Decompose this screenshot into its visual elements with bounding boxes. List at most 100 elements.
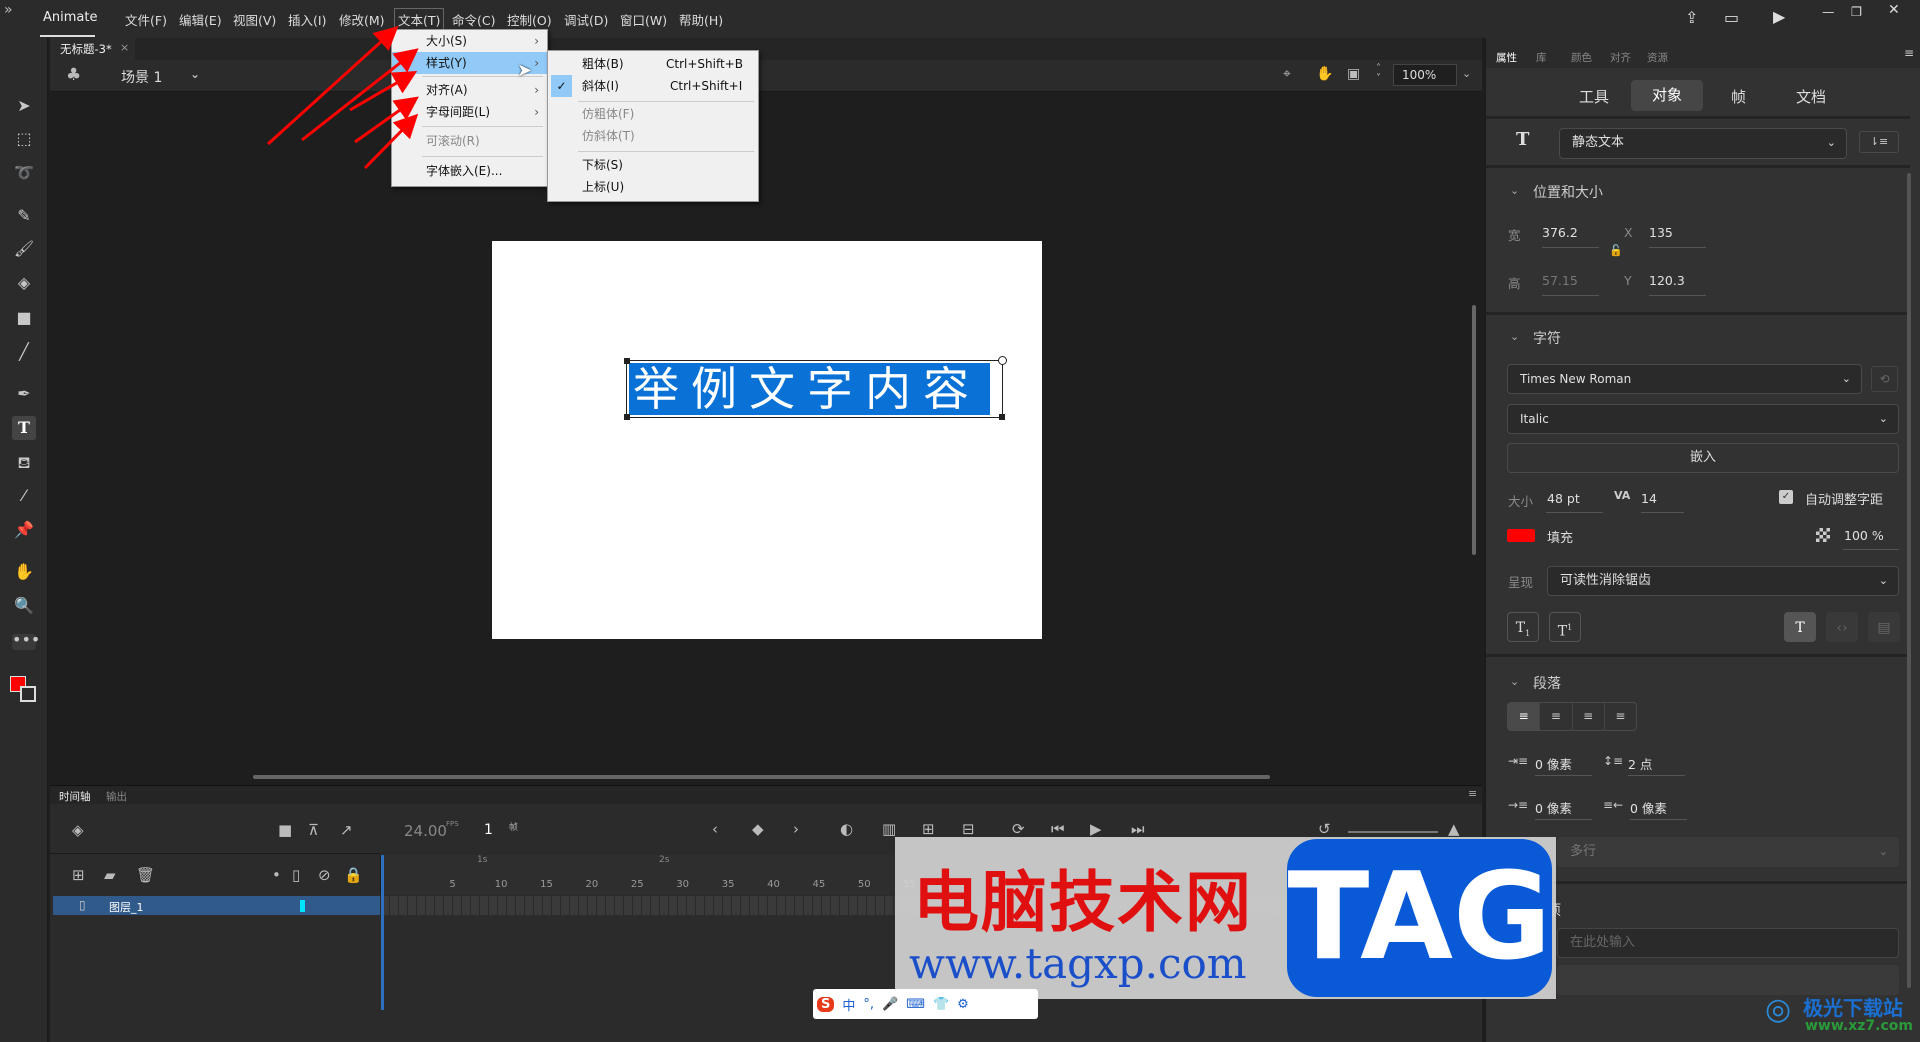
fps-value[interactable]: 24.00	[404, 822, 447, 840]
onion-skin-icon[interactable]: ◐	[840, 820, 853, 838]
hide-layers-icon[interactable]: ⊘	[318, 866, 331, 884]
justify-button[interactable]: ≡	[1603, 703, 1636, 730]
layer-color[interactable]	[300, 900, 305, 912]
auto-kern-checkbox[interactable]: ✓	[1779, 490, 1793, 504]
prev-keyframe-icon[interactable]: ‹	[712, 820, 718, 838]
center-frame-icon[interactable]: ▲	[1448, 820, 1460, 838]
layers-icon[interactable]: ◈	[72, 821, 84, 839]
panel-scrollbar[interactable]	[1907, 173, 1911, 988]
frame-scale-slider[interactable]	[1348, 831, 1438, 833]
chevron-down-icon[interactable]: ⌄	[1510, 184, 1519, 197]
x-input[interactable]: 135	[1649, 225, 1673, 240]
ime-mode[interactable]: 中	[842, 995, 855, 1014]
delete-layer-icon[interactable]: 🗑	[136, 866, 155, 884]
segment-frame[interactable]: 帧	[1731, 86, 1746, 107]
line-spacing-input[interactable]: 2 点	[1628, 754, 1652, 773]
text-type-select[interactable]: 静态文本 ⌄	[1559, 128, 1847, 159]
indent-input[interactable]: 0 像素	[1535, 754, 1572, 773]
text-direction-button[interactable]: ⇂≡	[1859, 131, 1899, 153]
font-size-input[interactable]: 48 pt	[1547, 491, 1580, 506]
tab-timeline[interactable]: 时间轴	[59, 789, 91, 804]
zoom-input[interactable]: 100%	[1393, 64, 1457, 86]
width-handle[interactable]	[998, 356, 1007, 365]
clip-stage-icon[interactable]: ▣	[1347, 66, 1360, 82]
edit-multiple-frames-icon[interactable]: ▥	[882, 820, 896, 838]
new-folder-icon[interactable]: ▰	[104, 866, 116, 884]
tab-library[interactable]: 库	[1536, 50, 1547, 65]
layer-row[interactable]: ▯ 图层_1	[53, 896, 380, 915]
zoom-stepper-icon[interactable]: ˄ ˅	[1376, 64, 1381, 84]
text-field[interactable]: 举例文字内容	[624, 356, 1007, 420]
section-position-size[interactable]: 位置和大小	[1533, 182, 1603, 202]
pin-tool-icon[interactable]: 📌	[12, 518, 36, 542]
panel-menu-icon[interactable]: ≡	[1904, 46, 1914, 60]
pen-tool-icon[interactable]: ✒	[12, 382, 36, 406]
link-input[interactable]: 在此处输入	[1557, 928, 1899, 958]
highlight-dot-icon[interactable]: •	[272, 866, 281, 884]
left-margin-input[interactable]: 0 像素	[1535, 798, 1572, 817]
rectangle-tool-icon[interactable]: ■	[12, 306, 36, 330]
line-tool-icon[interactable]: ╱	[12, 340, 36, 364]
current-frame[interactable]: 1	[484, 822, 493, 838]
zoom-dropdown-icon[interactable]: ⌄	[1462, 67, 1471, 80]
test-movie-icon[interactable]: ▶	[1773, 7, 1785, 26]
rotate-icon[interactable]: ✋	[1316, 66, 1333, 82]
layer-name[interactable]: 图层_1	[109, 899, 144, 915]
right-margin-input[interactable]: 0 像素	[1630, 798, 1667, 817]
ime-skin-icon[interactable]: 👕	[933, 997, 949, 1012]
paint-brush-tool-icon[interactable]: ✎	[12, 204, 36, 228]
lock-proportions-icon[interactable]: 🔓	[1609, 244, 1623, 257]
new-layer-icon[interactable]: ⊞	[72, 866, 85, 884]
embed-button[interactable]: 嵌入	[1507, 443, 1899, 473]
tracking-input[interactable]: 14	[1641, 491, 1657, 506]
playhead[interactable]	[381, 855, 384, 1010]
insert-frame-icon[interactable]: ⊞	[922, 820, 935, 838]
chevron-down-icon[interactable]: ⌄	[1510, 330, 1519, 343]
tab-properties[interactable]: 属性	[1496, 50, 1517, 65]
ime-keyboard-icon[interactable]: ⌨	[906, 997, 925, 1012]
step-back-icon[interactable]: ⏮	[1051, 820, 1065, 838]
close-window-icon[interactable]: ✕	[1888, 2, 1900, 18]
delete-frame-icon[interactable]: ⊟	[962, 820, 975, 838]
ime-voice-icon[interactable]: 🎤	[882, 997, 898, 1012]
ime-settings-icon[interactable]: ⚙	[957, 997, 969, 1012]
selectable-text-button[interactable]: T	[1784, 612, 1816, 642]
superscript-button[interactable]: T1	[1549, 612, 1581, 642]
share-icon[interactable]: ⇪	[1685, 8, 1698, 27]
tab-color[interactable]: 颜色	[1571, 50, 1592, 65]
graph-icon[interactable]: ↗	[340, 821, 353, 839]
resize-handle[interactable]	[999, 414, 1005, 420]
fill-color-swatch[interactable]	[20, 686, 36, 702]
hand-tool-icon[interactable]: ✋	[12, 560, 36, 584]
paint-bucket-tool-icon[interactable]: ⛾	[12, 451, 36, 475]
alpha-input[interactable]: 100 %	[1844, 528, 1884, 543]
align-center-button[interactable]: ≡	[1539, 703, 1571, 730]
zoom-tool-icon[interactable]: 🔍	[12, 594, 36, 618]
lock-layers-icon[interactable]: 🔒	[344, 866, 363, 884]
brush-tool-icon[interactable]: 🖌	[12, 237, 36, 261]
width-input[interactable]: 376.2	[1542, 225, 1578, 240]
segment-tool[interactable]: 工具	[1579, 86, 1609, 107]
workspace-icon[interactable]: ▭	[1724, 8, 1739, 27]
play-icon[interactable]: ▶	[1090, 820, 1102, 838]
layer-parenting-icon[interactable]: ⊼	[308, 821, 319, 839]
next-keyframe-icon[interactable]: ›	[793, 820, 799, 838]
segment-object[interactable]: 对象	[1631, 80, 1703, 111]
selected-text[interactable]: 举例文字内容	[629, 363, 990, 415]
tab-assets[interactable]: 资源	[1647, 50, 1668, 65]
subscript-button[interactable]: T1	[1507, 612, 1539, 642]
align-left-button[interactable]: ≡	[1508, 703, 1540, 730]
outline-icon[interactable]: ▯	[292, 866, 300, 884]
font-style-select[interactable]: Italic ⌄	[1507, 404, 1899, 434]
height-input[interactable]: 57.15	[1542, 273, 1578, 288]
tab-align[interactable]: 对齐	[1610, 50, 1631, 65]
chevron-down-icon[interactable]: ⌄	[1510, 675, 1519, 688]
text-tool-icon[interactable]: T	[12, 416, 36, 440]
horizontal-scrollbar[interactable]	[253, 775, 1270, 779]
ime-punct[interactable]: °,	[863, 997, 874, 1012]
y-input[interactable]: 120.3	[1649, 273, 1685, 288]
segment-document[interactable]: 文档	[1796, 86, 1826, 107]
resize-handle[interactable]	[624, 414, 630, 420]
font-sync-button[interactable]: ⟲	[1871, 366, 1898, 392]
panel-menu-icon[interactable]: ≡	[1468, 787, 1477, 800]
